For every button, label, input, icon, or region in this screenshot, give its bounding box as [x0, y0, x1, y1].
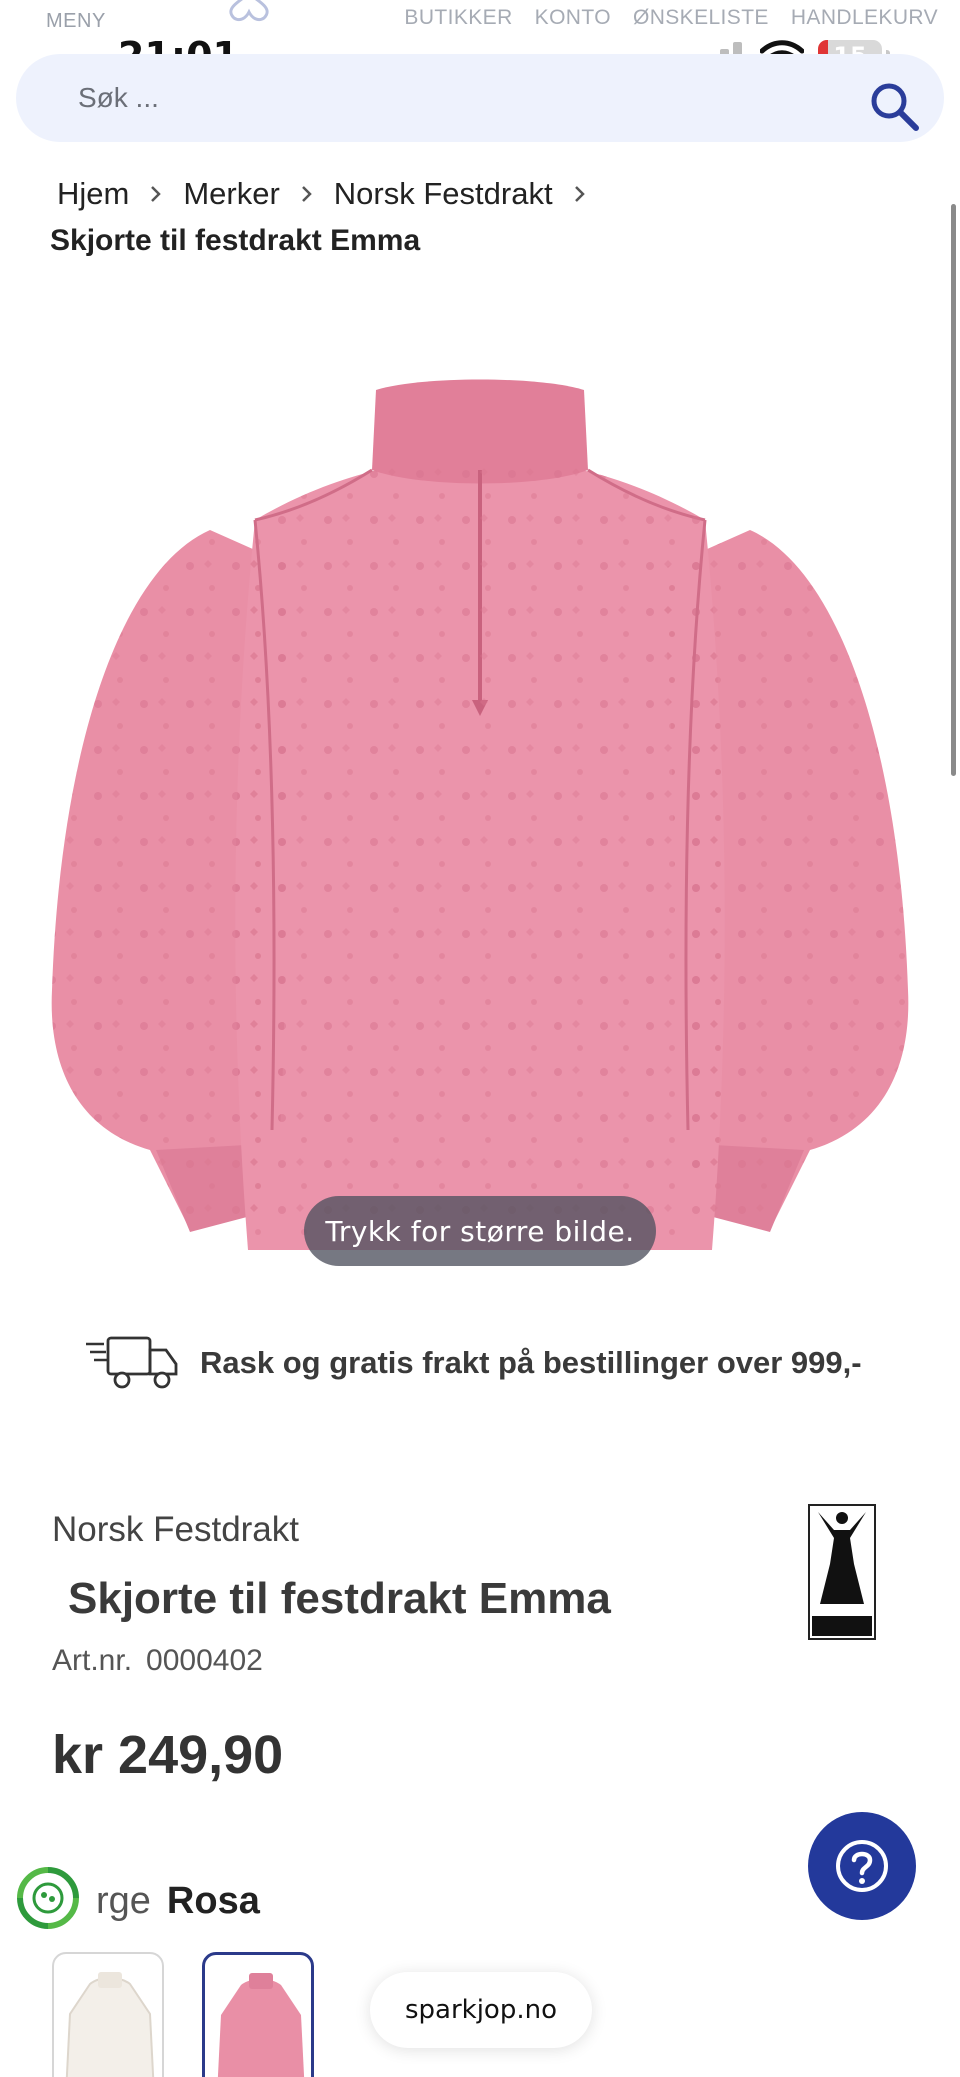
nav-link-account[interactable]: KONTO — [535, 6, 611, 30]
delivery-truck-icon — [86, 1336, 178, 1389]
color-selector-label: rge Rosa — [96, 1880, 260, 1923]
nav-link-stores[interactable]: BUTIKKER — [404, 6, 512, 30]
zoom-hint-toast[interactable]: Trykk for større bilde. — [304, 1196, 656, 1266]
breadcrumb-current: Skjorte til festdrakt Emma — [50, 224, 421, 257]
article-number-value: 0000402 — [146, 1644, 263, 1677]
page-scrollbar[interactable] — [951, 204, 956, 776]
search-icon[interactable] — [866, 78, 922, 134]
product-image[interactable] — [40, 370, 920, 1270]
search-input[interactable] — [78, 76, 778, 120]
chevron-right-icon — [287, 179, 327, 209]
eco-badge-icon[interactable] — [16, 1866, 80, 1930]
breadcrumb: Hjem Merker Norsk Festdrakt — [50, 176, 600, 212]
top-navigation: MENY BUTIKKER KONTO ØNSKELISTE HANDLEKUR… — [0, 0, 960, 34]
color-label: rge — [96, 1880, 151, 1922]
color-swatch-white[interactable] — [52, 1952, 164, 2077]
shipping-banner: Rask og gratis frakt på bestillinger ove… — [86, 1336, 862, 1390]
breadcrumb-home[interactable]: Hjem — [50, 176, 136, 212]
white-shirt-thumbnail — [65, 1972, 155, 2077]
breadcrumb-brands[interactable]: Merker — [176, 176, 286, 212]
shipping-text: Rask og gratis frakt på bestillinger ove… — [200, 1345, 862, 1380]
color-swatch-rosa[interactable] — [202, 1952, 314, 2077]
breadcrumb-norsk-festdrakt[interactable]: Norsk Festdrakt — [327, 176, 560, 212]
brand-logo-icon[interactable] — [808, 1504, 876, 1640]
nav-link-cart[interactable]: HANDLEKURV — [791, 6, 938, 30]
article-number-label: Art.nr. — [52, 1644, 133, 1677]
color-value: Rosa — [166, 1880, 260, 1922]
article-number: Art.nr. 0000402 — [52, 1644, 263, 1678]
browser-address-pill[interactable]: sparkjop.no — [370, 1972, 592, 2048]
menu-link[interactable]: MENY — [46, 10, 106, 33]
pink-shirt-thumbnail — [217, 1973, 305, 2077]
top-links: BUTIKKER KONTO ØNSKELISTE HANDLEKURV — [404, 6, 938, 30]
question-icon — [836, 1840, 888, 1892]
chevron-right-icon — [560, 179, 600, 209]
product-title: Skjorte til festdrakt Emma — [68, 1574, 611, 1623]
search-bar — [16, 54, 944, 142]
product-brand[interactable]: Norsk Festdrakt — [52, 1510, 299, 1550]
help-button[interactable] — [808, 1812, 916, 1920]
product-price: kr 249,90 — [52, 1725, 284, 1785]
nav-link-wishlist[interactable]: ØNSKELISTE — [633, 6, 769, 30]
chevron-right-icon — [136, 179, 176, 209]
spade-logo-icon[interactable] — [214, 0, 284, 22]
